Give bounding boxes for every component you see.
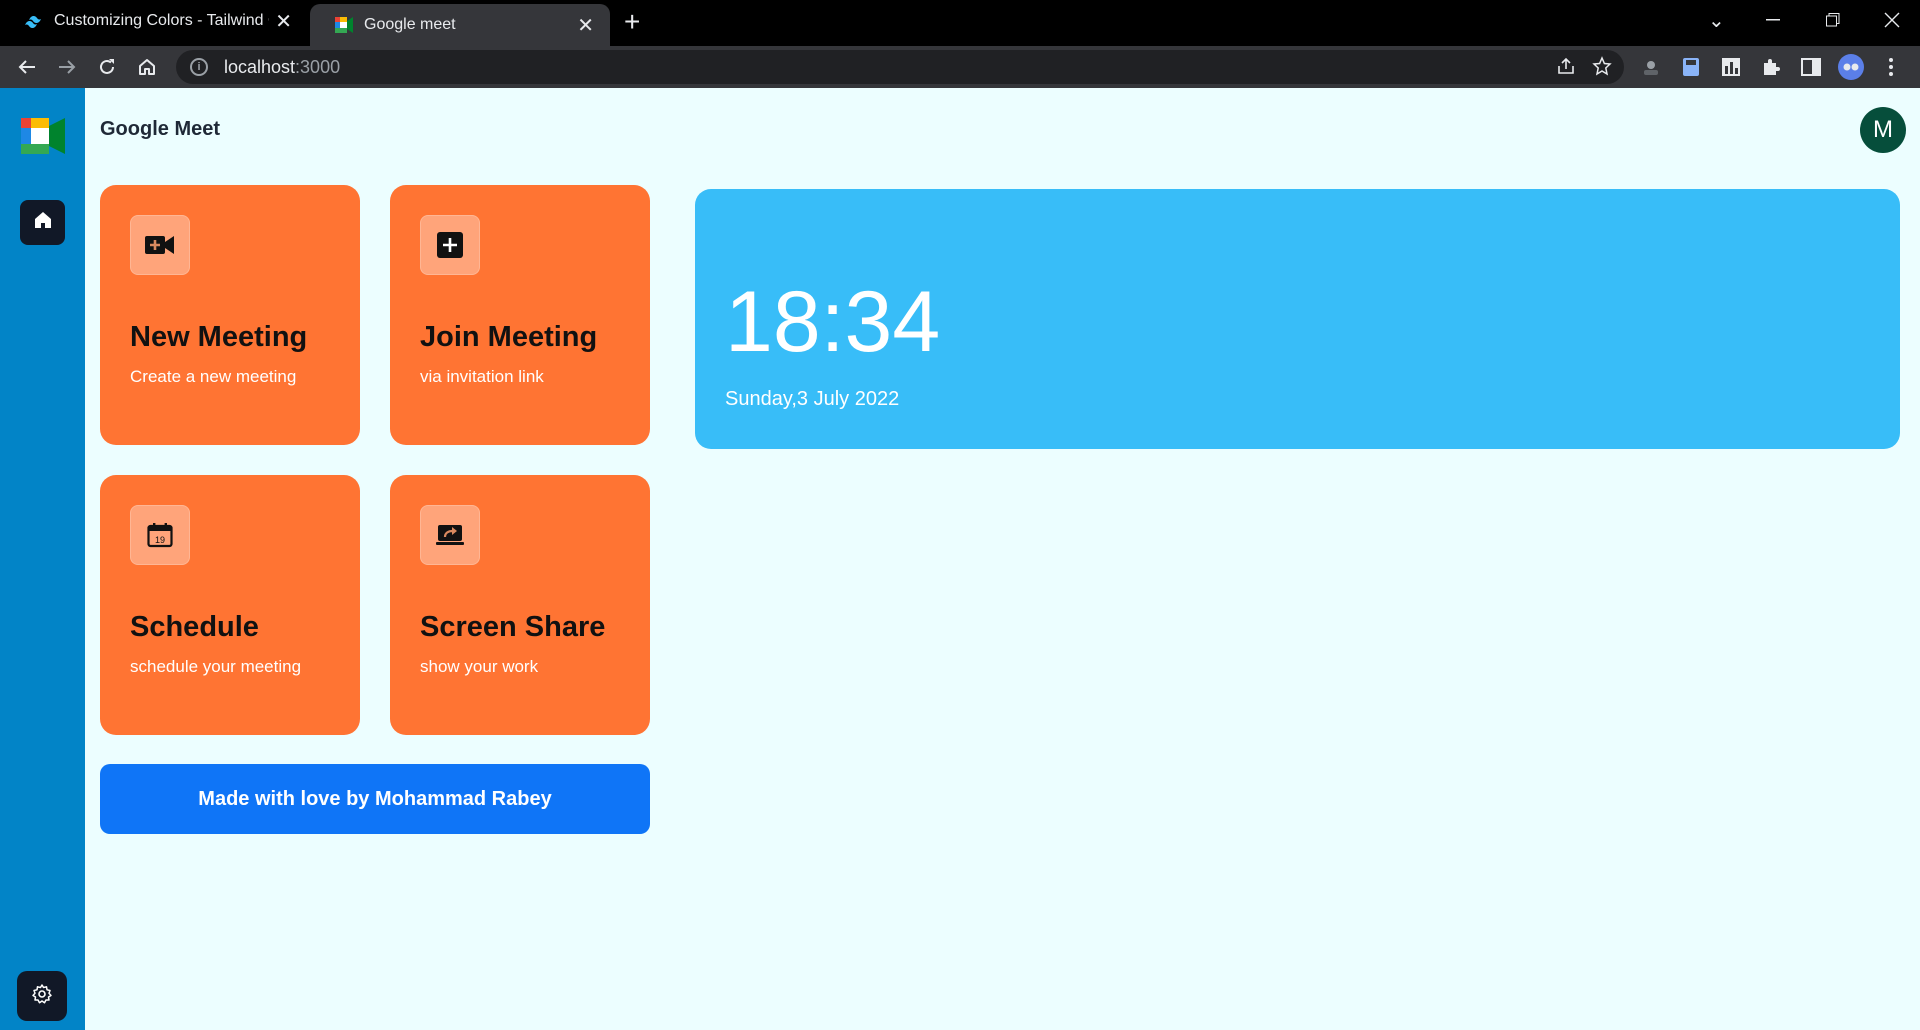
card-subtitle: schedule your meeting (130, 657, 302, 676)
share-icon[interactable] (1556, 56, 1576, 81)
tab-title: Google meet (364, 16, 456, 33)
page-title: Google Meet (100, 118, 221, 140)
tab-tailwind[interactable]: Customizing Colors - Tailwind CS ✕ (0, 0, 308, 42)
url-text: localhost:3000 (224, 56, 341, 77)
join-meeting-card[interactable]: Join Meeting via invitation link (390, 185, 650, 445)
close-window-icon[interactable] (1884, 0, 1900, 40)
profile-avatar-icon[interactable] (1838, 54, 1864, 80)
browser-toolbar: i localhost:3000 (0, 46, 1920, 88)
extension-profile-icon[interactable] (1638, 54, 1664, 80)
new-tab-button[interactable]: + (624, 6, 640, 38)
google-meet-favicon (334, 15, 354, 35)
tailwind-icon (24, 11, 44, 31)
minimize-icon[interactable] (1766, 0, 1780, 40)
schedule-card[interactable]: 19 Schedule schedule your meeting (100, 475, 360, 735)
new-meeting-card[interactable]: New Meeting Create a new meeting (100, 185, 360, 445)
card-title: New Meeting (130, 321, 308, 353)
site-info-icon[interactable]: i (190, 58, 208, 76)
clock-panel: 18:34 Sunday,3 July 2022 (695, 189, 1900, 449)
back-icon[interactable] (10, 50, 44, 84)
home-icon (33, 210, 53, 235)
settings-button[interactable] (17, 971, 67, 1021)
reload-icon[interactable] (90, 50, 124, 84)
card-title: Join Meeting (420, 321, 598, 353)
bookmark-star-icon[interactable] (1592, 56, 1612, 81)
close-tab-icon[interactable]: ✕ (275, 9, 292, 34)
clock-time: 18:34 (725, 274, 941, 370)
close-tab-icon[interactable]: ✕ (577, 13, 594, 38)
card-title: Screen Share (420, 611, 606, 643)
forward-icon[interactable] (50, 50, 84, 84)
gear-icon (31, 983, 53, 1010)
restore-icon[interactable] (1826, 0, 1840, 40)
tab-title: Customizing Colors - Tailwind CS (54, 12, 269, 29)
made-with-love-button[interactable]: Made with love by Mohammad Rabey (100, 764, 650, 834)
extension-save-icon[interactable] (1678, 54, 1704, 80)
svg-text:19: 19 (155, 535, 165, 545)
card-subtitle: show your work (420, 657, 539, 676)
tab-search-icon[interactable]: ⌄ (1708, 0, 1725, 40)
clock-date: Sunday,3 July 2022 (725, 388, 900, 410)
screen-share-icon (420, 505, 480, 565)
home-browser-icon[interactable] (130, 50, 164, 84)
card-subtitle: Create a new meeting (130, 367, 297, 386)
screen-share-card[interactable]: Screen Share show your work (390, 475, 650, 735)
avatar[interactable]: M (1860, 107, 1906, 153)
sidebar (0, 88, 85, 1030)
extension-chart-icon[interactable] (1718, 54, 1744, 80)
video-add-icon (130, 215, 190, 275)
menu-kebab-icon[interactable] (1878, 54, 1904, 80)
card-title: Schedule (130, 611, 259, 643)
plus-square-icon (420, 215, 480, 275)
google-meet-logo (21, 118, 65, 154)
home-button[interactable] (20, 200, 65, 245)
calendar-icon: 19 (130, 505, 190, 565)
side-panel-icon[interactable] (1798, 54, 1824, 80)
browser-tab-bar: Customizing Colors - Tailwind CS ✕ Googl… (0, 0, 1920, 46)
address-bar[interactable]: i localhost:3000 (176, 50, 1624, 84)
extensions-puzzle-icon[interactable] (1758, 54, 1784, 80)
tab-google-meet[interactable]: Google meet ✕ (310, 4, 610, 46)
card-subtitle: via invitation link (420, 367, 544, 386)
